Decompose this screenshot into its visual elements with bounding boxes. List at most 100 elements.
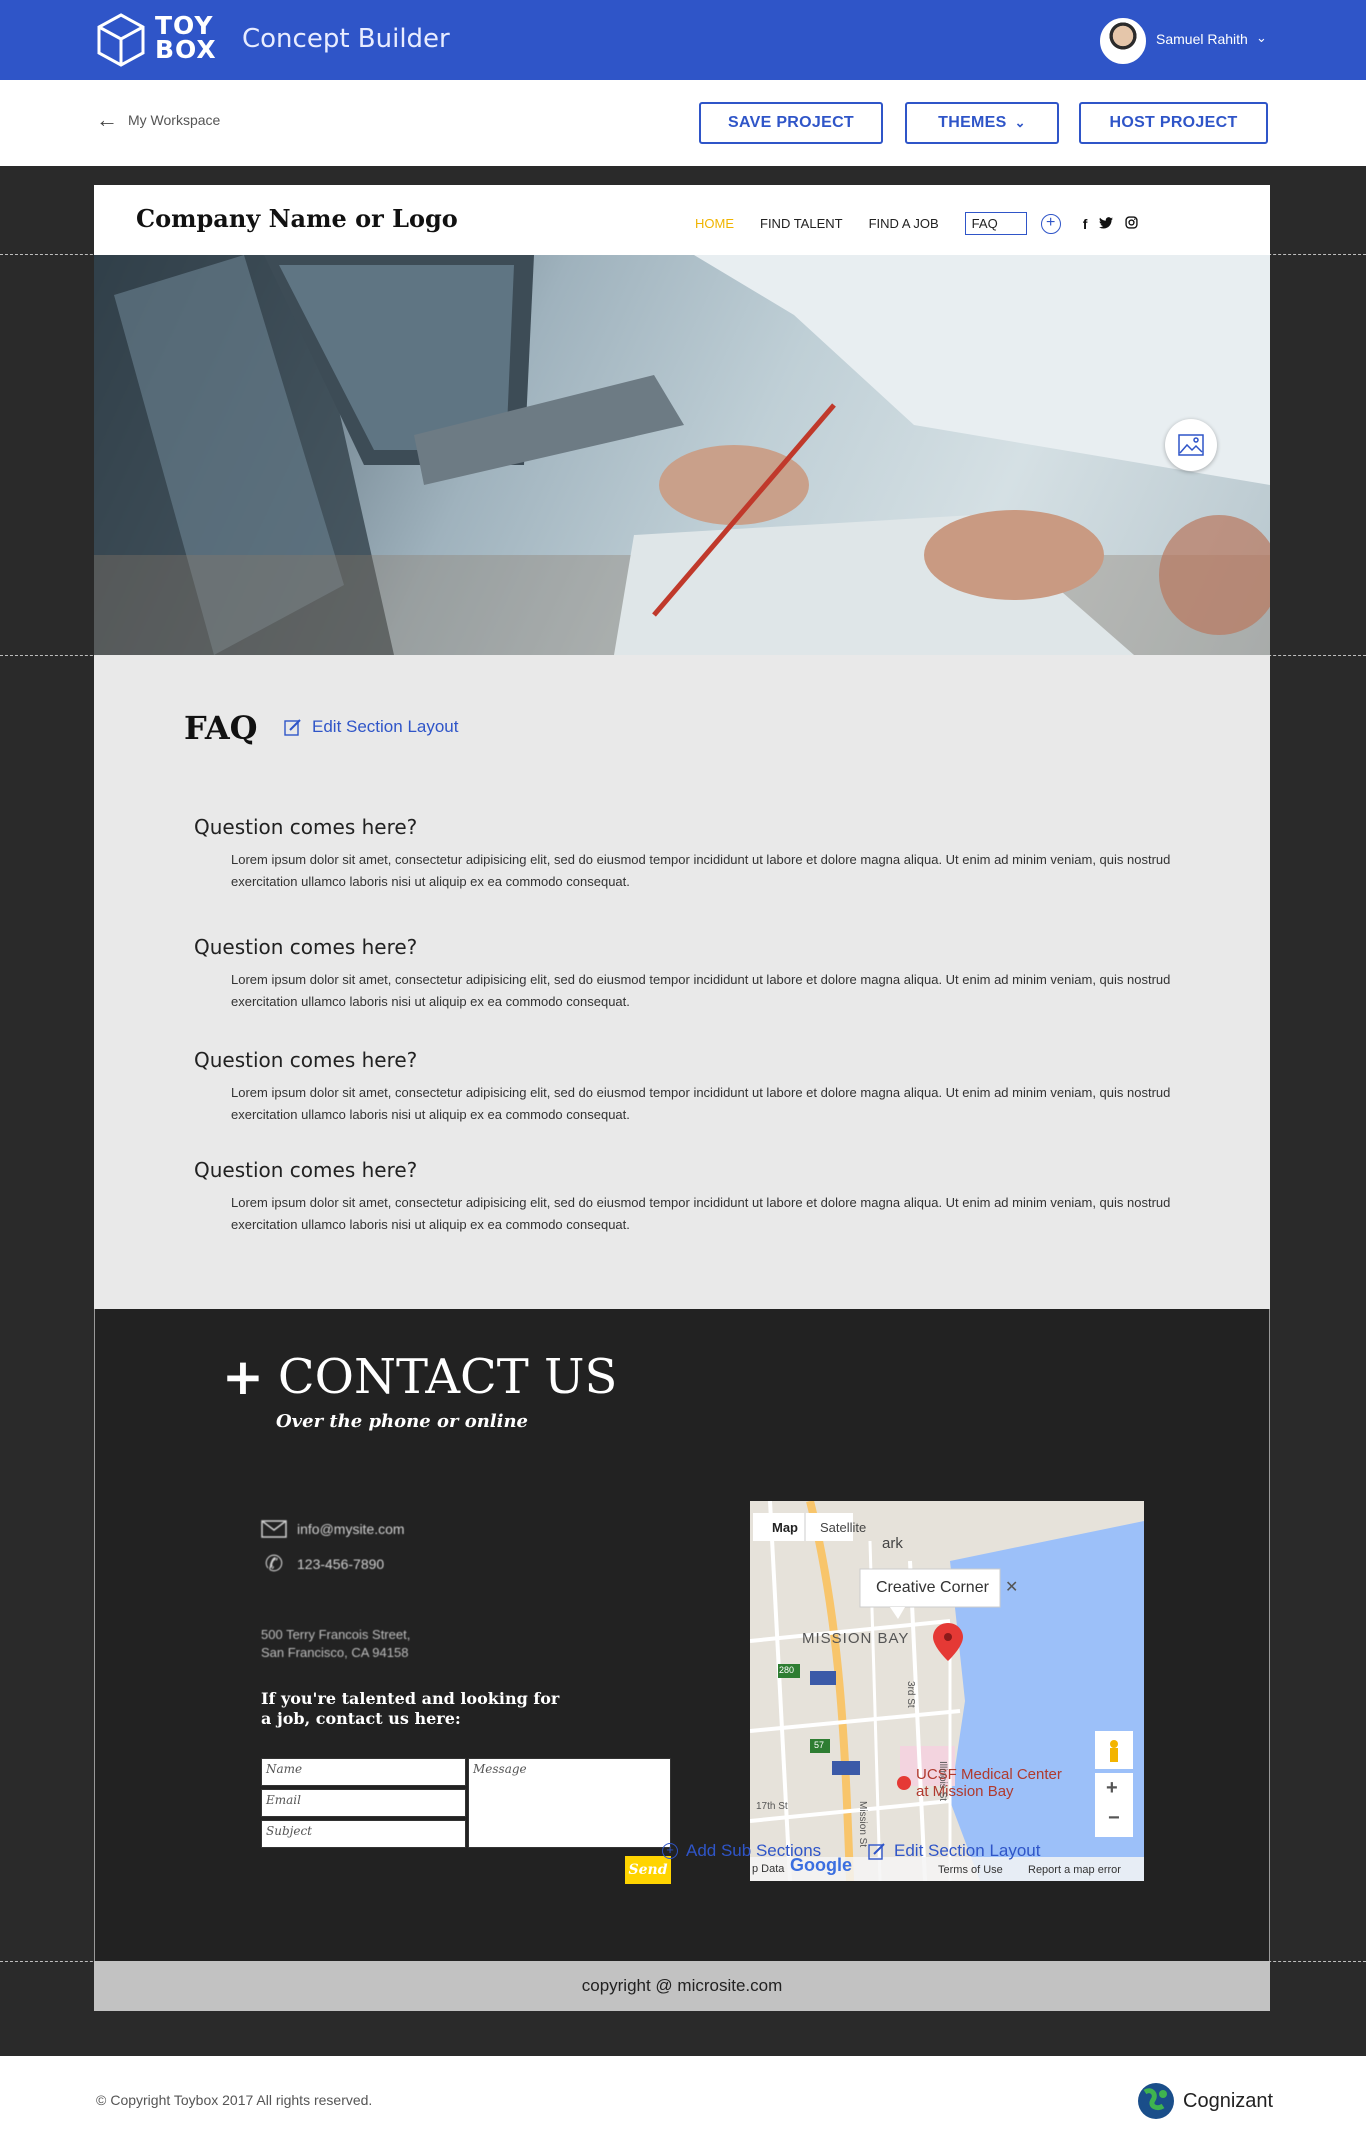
plus-icon: + [222,1348,264,1406]
map-tab-map[interactable]: Map [772,1520,798,1535]
map-road-label: 280 [779,1665,795,1675]
contact-subtitle: Over the phone or online [276,1411,529,1432]
subject-placeholder: Subject [266,1824,312,1838]
avatar[interactable] [1100,18,1146,64]
back-label: My Workspace [128,112,221,128]
map-widget[interactable]: Map Satellite Creative Corner ✕ ark MISS… [750,1501,1144,1881]
save-label: SAVE PROJECT [728,114,854,131]
map-road-label: 17th St [756,1801,788,1812]
toybox-cube-icon [97,13,145,67]
faq-title[interactable]: FAQ [184,709,258,747]
contact-title[interactable]: + CONTACT US [222,1349,617,1405]
map-tab-satellite[interactable]: Satellite [820,1520,866,1535]
email-placeholder: Email [266,1793,301,1807]
map-report-link[interactable]: Report a map error [1028,1864,1121,1876]
themes-dropdown[interactable]: THEMES ⌄ [905,102,1059,144]
close-icon[interactable]: ✕ [1005,1577,1018,1597]
user-name[interactable]: Samuel Rahith [1156,31,1248,47]
nav-find-job[interactable]: FIND A JOB [869,216,939,231]
faq-item: Question comes here? Lorem ipsum dolor s… [194,935,1194,1013]
site-navbar: Company Name or Logo HOME FIND TALENT FI… [94,185,1270,255]
host-project-button[interactable]: HOST PROJECT [1079,102,1268,144]
faq-question[interactable]: Question comes here? [194,1048,1194,1072]
message-placeholder: Message [473,1762,527,1776]
site-logo[interactable]: Company Name or Logo [136,204,458,233]
toybox-logo[interactable]: TOY BOX [155,13,217,64]
address-line: 500 Terry Francois Street, [261,1627,411,1642]
edit-section-layout-button[interactable]: Edit Section Layout [284,717,458,737]
instagram-icon[interactable] [1125,215,1138,232]
faq-answer: Lorem ipsum dolor sit amet, consectetur … [231,852,1171,889]
faq-answer: Lorem ipsum dolor sit amet, consectetur … [231,1085,1171,1122]
logo-line-2: BOX [155,35,217,64]
arrow-left-icon: ← [96,107,118,132]
faq-section: FAQ Edit Section Layout Question comes h… [94,655,1270,1309]
contact-title-text: CONTACT US [277,1349,618,1405]
host-label: HOST PROJECT [1109,114,1238,131]
nav-faq-editing[interactable]: FAQ [964,212,1027,235]
zoom-out-button[interactable]: − [1108,1807,1120,1830]
twitter-icon[interactable] [1099,216,1114,232]
map-road-label: Illinois St [937,1761,948,1802]
add-nav-item-icon[interactable]: + [1040,213,1061,234]
edit-section-layout-button[interactable]: Edit Section Layout [868,1841,1040,1861]
zoom-in-button[interactable]: + [1106,1777,1118,1800]
site-footer: copyright @ microsite.com [94,1961,1270,2011]
faq-item: Question comes here? Lorem ipsum dolor s… [194,815,1194,893]
image-icon [1178,434,1204,456]
project-toolbar: ← My Workspace SAVE PROJECT THEMES ⌄ HOS… [0,80,1366,166]
map-label: MISSION BAY [802,1630,910,1647]
copyright-icon: © [96,2092,107,2108]
copyright: © Copyright Toybox 2017 All rights reser… [96,2092,372,2108]
faq-answer: Lorem ipsum dolor sit amet, consectetur … [231,1195,1171,1232]
hero-banner-image [94,255,1270,655]
nav-faq-label: FAQ [971,216,998,231]
contact-phone: ✆ 123-456-7890 [261,1551,384,1577]
contact-phone-text: 123-456-7890 [297,1556,385,1572]
subject-field[interactable]: Subject [261,1820,466,1848]
page-footer: © Copyright Toybox 2017 All rights reser… [0,2056,1366,2143]
email-field[interactable]: Email [261,1789,466,1817]
faq-question[interactable]: Question comes here? [194,1158,1194,1182]
faq-question[interactable]: Question comes here? [194,815,1194,839]
map-label: at Mission Bay [916,1783,1014,1800]
name-placeholder: Name [266,1762,303,1776]
change-image-button[interactable] [1165,419,1217,471]
cognizant-logo: Cognizant [1137,2082,1273,2120]
chevron-down-icon[interactable]: ⌄ [1256,30,1267,46]
site-preview: Company Name or Logo HOME FIND TALENT FI… [94,185,1270,2011]
faq-question[interactable]: Question comes here? [194,935,1194,959]
map-label: ark [882,1535,903,1552]
themes-label: THEMES [938,114,1007,131]
address-line: San Francisco, CA 94158 [261,1645,409,1660]
site-footer-text[interactable]: copyright @ microsite.com [582,1976,783,1996]
add-sub-sections-button[interactable]: + Add Sub Sections [662,1841,821,1861]
envelope-icon [261,1520,287,1538]
phone-icon: ✆ [264,1551,284,1576]
app-title: Concept Builder [242,24,450,54]
back-to-workspace-link[interactable]: ← My Workspace [96,107,221,132]
message-field[interactable]: Message [468,1758,671,1848]
site-menu: HOME FIND TALENT FIND A JOB FAQ + f [695,212,1150,235]
map-canvas [750,1501,1144,1881]
map-road-label: 57 [814,1740,825,1750]
edit-layout-label: Edit Section Layout [894,1841,1041,1860]
save-project-button[interactable]: SAVE PROJECT [699,102,883,144]
faq-item: Question comes here? Lorem ipsum dolor s… [194,1048,1194,1126]
map-terms-link[interactable]: Terms of Use [938,1864,1003,1876]
cognizant-text: Cognizant [1183,2089,1274,2112]
copyright-text: Copyright Toybox 2017 All rights reserve… [110,2092,373,2108]
nav-find-talent[interactable]: FIND TALENT [760,216,843,231]
nav-home[interactable]: HOME [695,216,734,231]
contact-email: info@mysite.com [261,1520,405,1538]
facebook-icon[interactable]: f [1083,216,1088,232]
contact-cta-heading: If you're talented and looking for a job… [261,1689,560,1728]
contact-email-text: info@mysite.com [297,1521,405,1537]
faq-item: Question comes here? Lorem ipsum dolor s… [194,1158,1194,1236]
app-header: TOY BOX Concept Builder Samuel Rahith ⌄ [0,0,1366,80]
add-circle-icon: + [662,1843,678,1859]
edit-icon [868,1843,885,1860]
name-field[interactable]: Name [261,1758,466,1786]
add-sub-sections-label: Add Sub Sections [686,1841,822,1860]
faq-answer: Lorem ipsum dolor sit amet, consectetur … [231,972,1171,1009]
